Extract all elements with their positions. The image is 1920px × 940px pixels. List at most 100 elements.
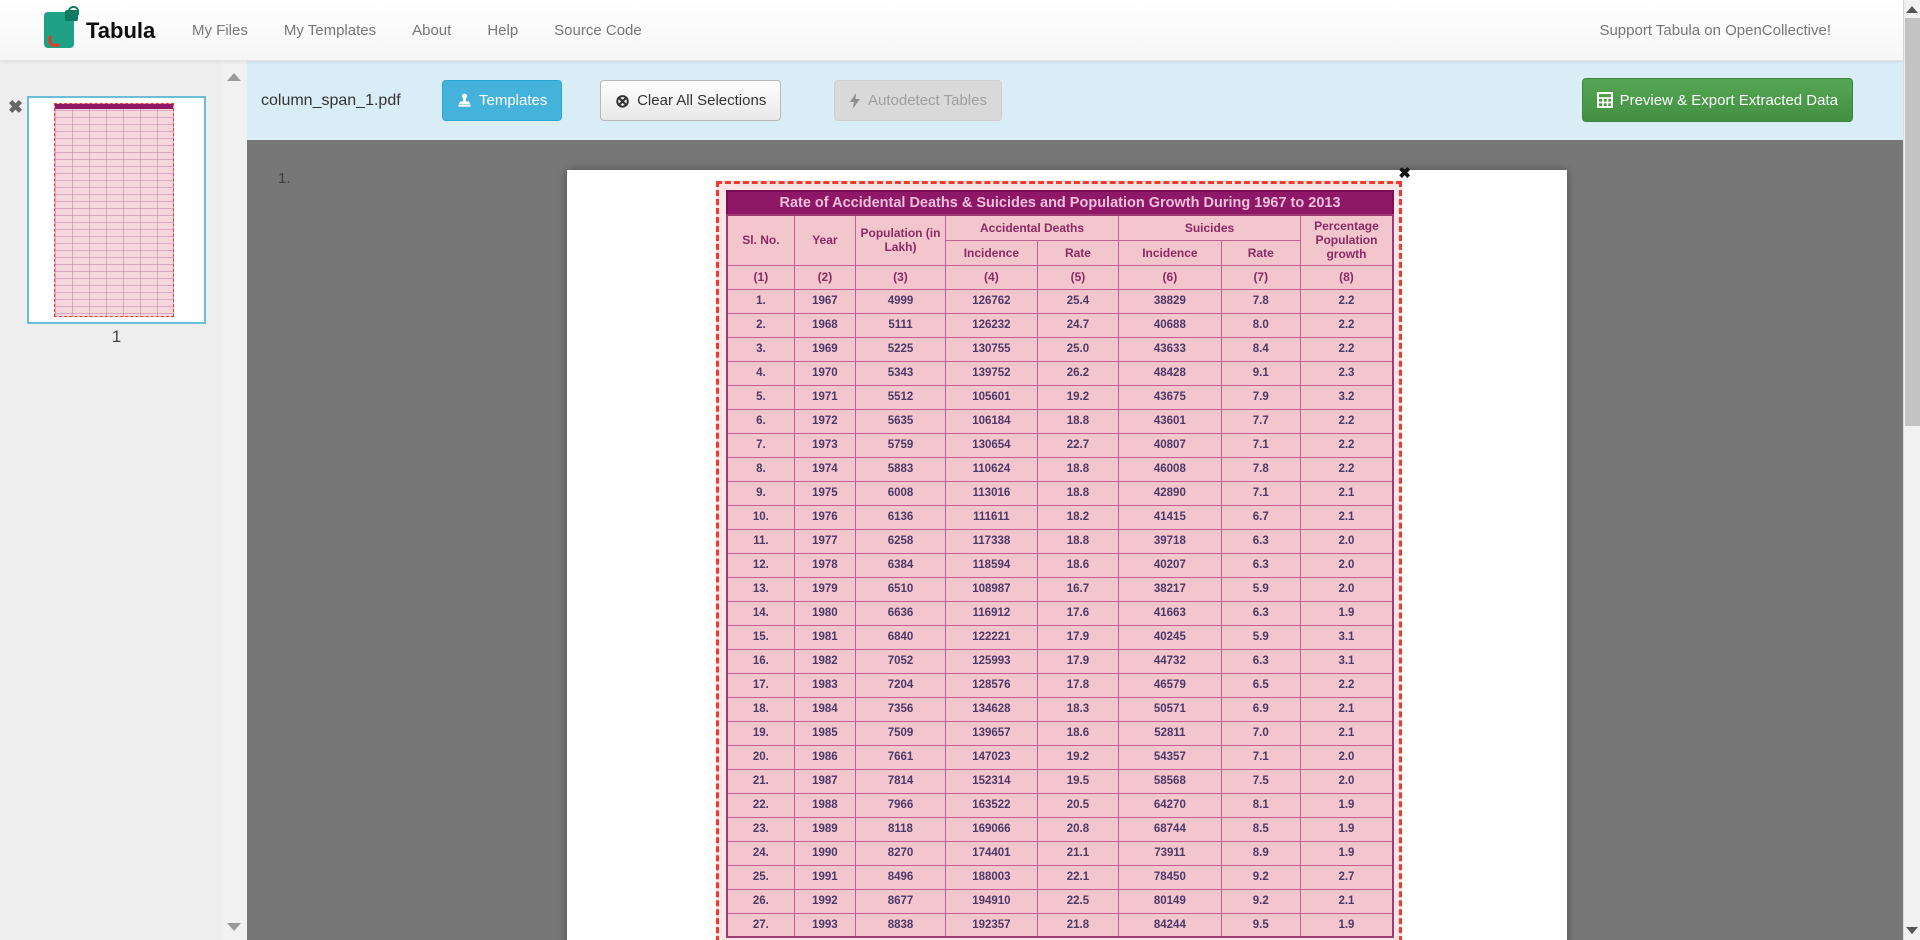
table-cell: 7.5	[1221, 769, 1300, 793]
table-cell: 24.	[727, 841, 794, 865]
table-row: 23.1989811816906620.8687448.51.9	[727, 817, 1393, 841]
table-cell: 17.6	[1037, 601, 1118, 625]
page-thumbnail[interactable]: ✖	[27, 96, 206, 324]
table-cell: 2.0	[1300, 529, 1393, 553]
table-cell: 18.8	[1037, 481, 1118, 505]
support-link[interactable]: Support Tabula on OpenCollective!	[1599, 0, 1831, 61]
nav-about[interactable]: About	[412, 22, 451, 39]
nav-help[interactable]: Help	[487, 22, 518, 39]
clear-all-selections-button[interactable]: ⊗ Clear All Selections	[600, 80, 781, 121]
table-cell: 2.2	[1300, 457, 1393, 481]
nav-my-files[interactable]: My Files	[192, 22, 248, 39]
table-cell: 52811	[1119, 721, 1222, 745]
table-cell: 9.2	[1221, 889, 1300, 913]
table-cell: 6510	[856, 577, 946, 601]
templates-button[interactable]: Templates	[442, 80, 562, 121]
scrollbar-down-icon[interactable]	[1906, 927, 1918, 934]
table-cell: 6.	[727, 409, 794, 433]
table-cell: 5225	[856, 337, 946, 361]
table-cell: 21.1	[1037, 841, 1118, 865]
table-row: 16.1982705212599317.9447326.33.1	[727, 649, 1393, 673]
table-cell: 18.6	[1037, 721, 1118, 745]
table-cell: 7356	[856, 697, 946, 721]
table-cell: 19.2	[1037, 385, 1118, 409]
table-cell: 14.	[727, 601, 794, 625]
nav-source-code[interactable]: Source Code	[554, 22, 642, 39]
table-cell: 1.	[727, 289, 794, 313]
table-cell: 16.7	[1037, 577, 1118, 601]
table-row: 12.1978638411859418.6402076.32.0	[727, 553, 1393, 577]
preview-export-label: Preview & Export Extracted Data	[1620, 92, 1838, 109]
selection-close-icon[interactable]: ✖	[1398, 164, 1411, 182]
col-header-ad-rate: Rate	[1037, 240, 1118, 265]
table-cell: 6258	[856, 529, 946, 553]
brand-title[interactable]: Tabula	[86, 0, 155, 61]
clear-all-selections-label: Clear All Selections	[637, 92, 766, 109]
pdf-page[interactable]: ✖ Rate of Accidental Deaths & Suicides a…	[567, 170, 1567, 940]
col-header-slno: Sl. No.	[727, 215, 794, 265]
table-cell: 25.	[727, 865, 794, 889]
table-cell: 9.5	[1221, 913, 1300, 937]
table-cell: 125993	[945, 649, 1037, 673]
table-cell: 7661	[856, 745, 946, 769]
table-cell: 6840	[856, 625, 946, 649]
column-index-cell: (3)	[856, 265, 946, 289]
table-cell: 18.	[727, 697, 794, 721]
table-row: 17.1983720412857617.8465796.52.2	[727, 673, 1393, 697]
table-cell: 8.1	[1221, 793, 1300, 817]
table-cell: 7052	[856, 649, 946, 673]
table-cell: 1993	[794, 913, 855, 937]
table-cell: 22.1	[1037, 865, 1118, 889]
table-cell: 21.8	[1037, 913, 1118, 937]
table-cell: 3.2	[1300, 385, 1393, 409]
autodetect-tables-button[interactable]: Autodetect Tables	[834, 80, 1002, 121]
table-cell: 2.2	[1300, 289, 1393, 313]
nav-my-templates[interactable]: My Templates	[284, 22, 376, 39]
table-cell: 4.	[727, 361, 794, 385]
table-cell: 2.3	[1300, 361, 1393, 385]
table-selection-region[interactable]: ✖ Rate of Accidental Deaths & Suicides a…	[716, 181, 1402, 940]
table-cell: 1976	[794, 505, 855, 529]
table-row: 25.1991849618800322.1784509.22.7	[727, 865, 1393, 889]
sidebar-scroll-track[interactable]	[222, 61, 247, 940]
preview-export-button[interactable]: Preview & Export Extracted Data	[1582, 78, 1853, 122]
table-cell: 2.0	[1300, 577, 1393, 601]
table-cell: 18.8	[1037, 409, 1118, 433]
table-cell: 64270	[1119, 793, 1222, 817]
templates-label: Templates	[479, 92, 547, 109]
table-cell: 6008	[856, 481, 946, 505]
table-cell: 1987	[794, 769, 855, 793]
table-cell: 117338	[945, 529, 1037, 553]
pdf-table-title: Rate of Accidental Deaths & Suicides and…	[726, 190, 1394, 214]
table-cell: 113016	[945, 481, 1037, 505]
column-index-cell: (8)	[1300, 265, 1393, 289]
table-cell: 23.	[727, 817, 794, 841]
table-cell: 6.9	[1221, 697, 1300, 721]
sidebar-scroll-up-icon[interactable]	[227, 73, 241, 81]
table-cell: 174401	[945, 841, 1037, 865]
table-cell: 26.2	[1037, 361, 1118, 385]
window-scrollbar[interactable]	[1903, 0, 1920, 940]
col-header-percentage-growth: Percentage Population growth	[1300, 215, 1393, 265]
table-cell: 1969	[794, 337, 855, 361]
table-cell: 7.1	[1221, 481, 1300, 505]
table-cell: 1981	[794, 625, 855, 649]
remove-page-icon[interactable]: ✖	[8, 98, 23, 116]
tabula-logo-icon[interactable]	[44, 10, 78, 50]
table-cell: 118594	[945, 553, 1037, 577]
thumbnail-selection-preview	[54, 103, 174, 317]
table-cell: 50571	[1119, 697, 1222, 721]
sidebar-scroll-down-icon[interactable]	[227, 923, 241, 931]
table-cell: 46008	[1119, 457, 1222, 481]
table-cell: 6136	[856, 505, 946, 529]
table-cell: 1971	[794, 385, 855, 409]
scrollbar-thumb[interactable]	[1905, 18, 1920, 426]
table-cell: 15.	[727, 625, 794, 649]
table-cell: 1.9	[1300, 793, 1393, 817]
table-cell: 7.1	[1221, 745, 1300, 769]
table-cell: 2.1	[1300, 481, 1393, 505]
scrollbar-up-icon[interactable]	[1906, 6, 1918, 13]
table-cell: 6636	[856, 601, 946, 625]
table-cell: 42890	[1119, 481, 1222, 505]
table-cell: 25.4	[1037, 289, 1118, 313]
